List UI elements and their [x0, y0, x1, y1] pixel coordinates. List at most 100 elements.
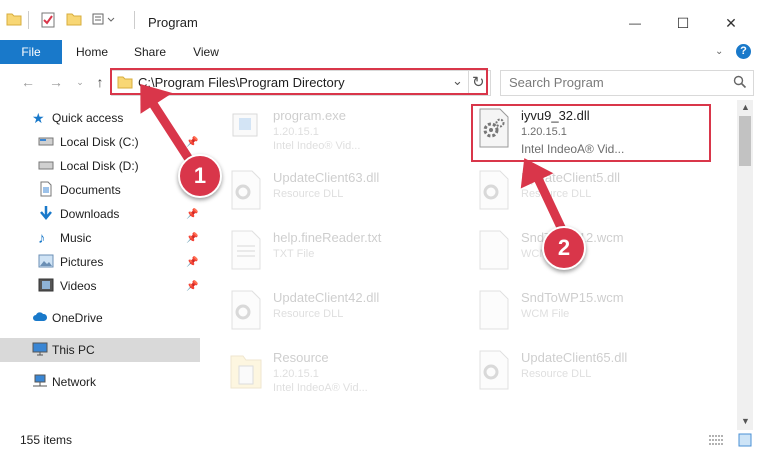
pin-icon[interactable]: 📌	[186, 137, 198, 148]
new-folder-icon[interactable]	[66, 12, 82, 26]
sidebar-item-this-pc[interactable]: This PC	[0, 338, 200, 362]
sidebar-item-music[interactable]: ♪ Music 📌	[0, 226, 200, 250]
customize-toolbar-icon[interactable]	[92, 12, 116, 26]
navigation-pane: ★ Quick access Local Disk (C:) 📌 Local D…	[0, 100, 200, 430]
folder-file-icon	[229, 350, 263, 390]
sidebar-item-label: Videos	[60, 279, 97, 293]
sidebar-item-documents[interactable]: Documents	[0, 178, 200, 202]
file-type: Resource DLL	[521, 368, 592, 380]
sidebar-item-quick-access[interactable]: ★ Quick access	[0, 106, 200, 130]
minimize-button[interactable]: —	[612, 8, 658, 38]
search-input[interactable]: Search Program	[500, 70, 754, 96]
folder-icon	[6, 12, 22, 26]
sidebar-item-network[interactable]: Network	[0, 370, 200, 394]
maximize-button[interactable]: ☐	[660, 8, 706, 38]
download-icon	[38, 205, 54, 224]
dll-gear-icon	[229, 290, 263, 330]
sidebar-item-pictures[interactable]: Pictures 📌	[0, 250, 200, 274]
pc-icon	[32, 342, 48, 359]
address-highlight-box	[110, 68, 488, 95]
search-placeholder: Search Program	[509, 75, 604, 90]
pin-icon[interactable]: 📌	[186, 257, 198, 268]
pin-icon[interactable]: 📌	[186, 209, 198, 220]
file-name: help.fineReader.txt	[273, 230, 382, 245]
file-highlight-box	[471, 104, 711, 162]
tab-home[interactable]: Home	[70, 40, 114, 64]
star-icon: ★	[32, 109, 45, 126]
videos-icon	[38, 278, 54, 295]
up-arrow-icon[interactable]: ↑	[91, 73, 109, 91]
annotation-badge-2: 2	[542, 226, 586, 270]
file-tile-updateclient42-dll[interactable]: UpdateClient42.dll Resource DLL	[229, 288, 459, 344]
pin-icon[interactable]: 📌	[186, 281, 198, 292]
status-bar: 155 items	[0, 430, 769, 454]
minimize-icon: —	[629, 16, 641, 30]
sidebar-item-label: Music	[60, 231, 92, 245]
blank-file-icon	[477, 230, 511, 270]
file-tile-updateclient65-dll[interactable]: UpdateClient65.dll Resource DLL	[477, 348, 707, 404]
scrollbar-thumb[interactable]	[739, 116, 751, 166]
file-version: 1.20.15.1	[273, 368, 319, 380]
sidebar-item-label: Pictures	[60, 255, 104, 269]
help-icon[interactable]: ?	[736, 44, 751, 59]
file-tile-sndtowp12-wcm[interactable]: SndToWP12.wcm WCM File	[477, 228, 707, 284]
file-name: SndToWP15.wcm	[521, 290, 624, 305]
file-tile-sndtowp15-wcm[interactable]: SndToWP15.wcm WCM File	[477, 288, 707, 344]
recent-locations-icon[interactable]: ⌄	[71, 73, 89, 91]
properties-icon[interactable]	[40, 12, 56, 28]
drive-icon	[38, 135, 54, 150]
forward-arrow-icon[interactable]: →	[47, 73, 65, 91]
sidebar-item-downloads[interactable]: Downloads 📌	[0, 202, 200, 226]
sidebar-item-label: Documents	[60, 183, 121, 197]
file-tile-resource[interactable]: Resource 1.20.15.1 Intel IndeoA® Vid...	[229, 348, 459, 404]
file-type: Resource DLL	[273, 188, 344, 200]
sidebar-item-label: OneDrive	[52, 311, 103, 325]
pin-icon[interactable]: 📌	[186, 233, 198, 244]
file-tile-updateclient5-dll[interactable]: UpdateClient5.dll Resource DLL	[477, 168, 707, 224]
sidebar-item-label: Downloads	[60, 207, 120, 221]
file-name: UpdateClient5.dll	[521, 170, 621, 185]
tab-view[interactable]: View	[184, 40, 228, 64]
file-name: UpdateClient63.dll	[273, 170, 380, 185]
scroll-up-icon[interactable]: ▲	[741, 102, 750, 112]
tab-file[interactable]: File	[0, 40, 62, 64]
back-arrow-icon[interactable]: ←	[19, 73, 37, 91]
exe-icon	[229, 108, 263, 148]
cloud-icon	[32, 311, 48, 326]
details-view-icon[interactable]	[708, 434, 724, 449]
scroll-down-icon[interactable]: ▼	[741, 416, 750, 426]
file-type: WCM File	[521, 308, 570, 320]
sidebar-item-label: Network	[52, 375, 97, 389]
close-icon: ✕	[725, 14, 737, 31]
file-name: Resource	[273, 350, 329, 365]
sidebar-item-onedrive[interactable]: OneDrive	[0, 306, 200, 330]
sidebar-item-label: Local Disk (D:)	[60, 159, 139, 173]
text-file-icon	[229, 230, 263, 270]
dll-gear-icon	[229, 170, 263, 210]
sidebar-item-label: This PC	[52, 343, 95, 357]
file-tile-program-exe[interactable]: program.exe 1.20.15.1 Intel Indeo® Vid..…	[229, 106, 459, 162]
file-version: 1.20.15.1	[273, 126, 319, 138]
annotation-badge-1: 1	[178, 154, 222, 198]
drive-icon	[38, 159, 54, 174]
network-icon	[32, 374, 48, 391]
file-tile-updateclient63-dll[interactable]: UpdateClient63.dll Resource DLL	[229, 168, 459, 224]
sidebar-item-local-disk-d[interactable]: Local Disk (D:)	[0, 154, 200, 178]
large-icons-view-icon[interactable]	[738, 433, 752, 450]
file-type: TXT File	[273, 248, 315, 260]
file-type: Resource DLL	[521, 188, 592, 200]
tab-share[interactable]: Share	[128, 40, 172, 64]
sidebar-item-local-disk-c[interactable]: Local Disk (C:) 📌	[0, 130, 200, 154]
maximize-icon: ☐	[676, 14, 690, 31]
expand-ribbon-icon[interactable]: ⌄	[715, 46, 723, 57]
dll-gear-icon	[477, 170, 511, 210]
vertical-scrollbar[interactable]: ▲ ▼	[737, 100, 753, 430]
file-name: program.exe	[273, 108, 346, 123]
sidebar-item-videos[interactable]: Videos 📌	[0, 274, 200, 298]
dll-gear-icon	[477, 350, 511, 390]
file-description: Intel Indeo® Vid...	[273, 140, 361, 152]
close-button[interactable]: ✕	[708, 8, 754, 38]
search-icon	[733, 75, 747, 92]
music-icon: ♪	[38, 229, 46, 247]
file-tile-help-finereader-txt[interactable]: help.fineReader.txt TXT File	[229, 228, 459, 284]
